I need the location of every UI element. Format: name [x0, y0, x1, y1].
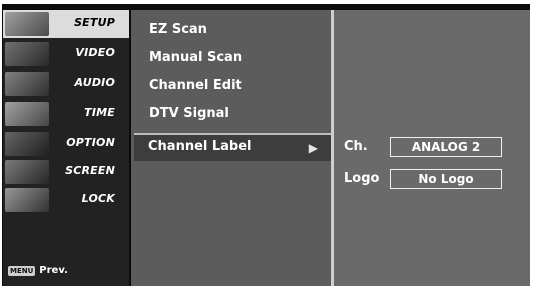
menu-item-channel-label[interactable]: Channel Label ▶ — [134, 133, 332, 161]
sidebar-item-label: SCREEN — [65, 164, 115, 177]
sidebar-item-time[interactable]: TIME — [3, 100, 129, 128]
sidebar-item-video[interactable]: VIDEO — [3, 40, 129, 68]
setup-icon — [5, 12, 49, 36]
sidebar-item-lock[interactable]: LOCK — [3, 186, 129, 214]
main-menu-sidebar: SETUP VIDEO AUDIO TIME OPTION SCREEN LOC… — [3, 10, 129, 286]
menu-item-dtv-signal[interactable]: DTV Signal — [149, 106, 229, 121]
sidebar-item-label: SETUP — [74, 16, 115, 29]
logo-label: Logo — [344, 171, 380, 186]
menu-item-ez-scan[interactable]: EZ Scan — [149, 22, 207, 37]
sidebar-item-audio[interactable]: AUDIO — [3, 70, 129, 98]
sidebar-item-setup[interactable]: SETUP — [3, 10, 129, 38]
channel-label-submenu: Ch. ANALOG 2 Logo No Logo — [334, 10, 530, 286]
sidebar-item-screen[interactable]: SCREEN — [3, 158, 129, 186]
sidebar-item-option[interactable]: OPTION — [3, 130, 129, 158]
channel-value-field[interactable]: ANALOG 2 — [390, 137, 502, 157]
lock-icon — [5, 188, 49, 212]
sidebar-item-label: TIME — [84, 106, 115, 119]
logo-value-field[interactable]: No Logo — [390, 169, 502, 189]
sidebar-item-label: AUDIO — [74, 76, 115, 89]
channel-label: Ch. — [344, 139, 368, 154]
menu-item-channel-edit[interactable]: Channel Edit — [149, 78, 242, 93]
option-icon — [5, 132, 49, 156]
footer-hint: MENU Prev. — [8, 265, 68, 276]
audio-icon — [5, 72, 49, 96]
screen-icon — [5, 160, 49, 184]
prev-label: Prev. — [39, 265, 68, 276]
sidebar-item-label: LOCK — [81, 192, 115, 205]
sidebar-item-label: OPTION — [66, 136, 115, 149]
arrow-right-icon: ▶ — [308, 141, 318, 155]
sidebar-item-label: VIDEO — [75, 46, 115, 59]
menu-key-icon: MENU — [8, 265, 36, 276]
video-icon — [5, 42, 49, 66]
menu-item-manual-scan[interactable]: Manual Scan — [149, 50, 242, 65]
menu-item-label: Channel Label — [148, 139, 252, 154]
time-icon — [5, 102, 49, 126]
